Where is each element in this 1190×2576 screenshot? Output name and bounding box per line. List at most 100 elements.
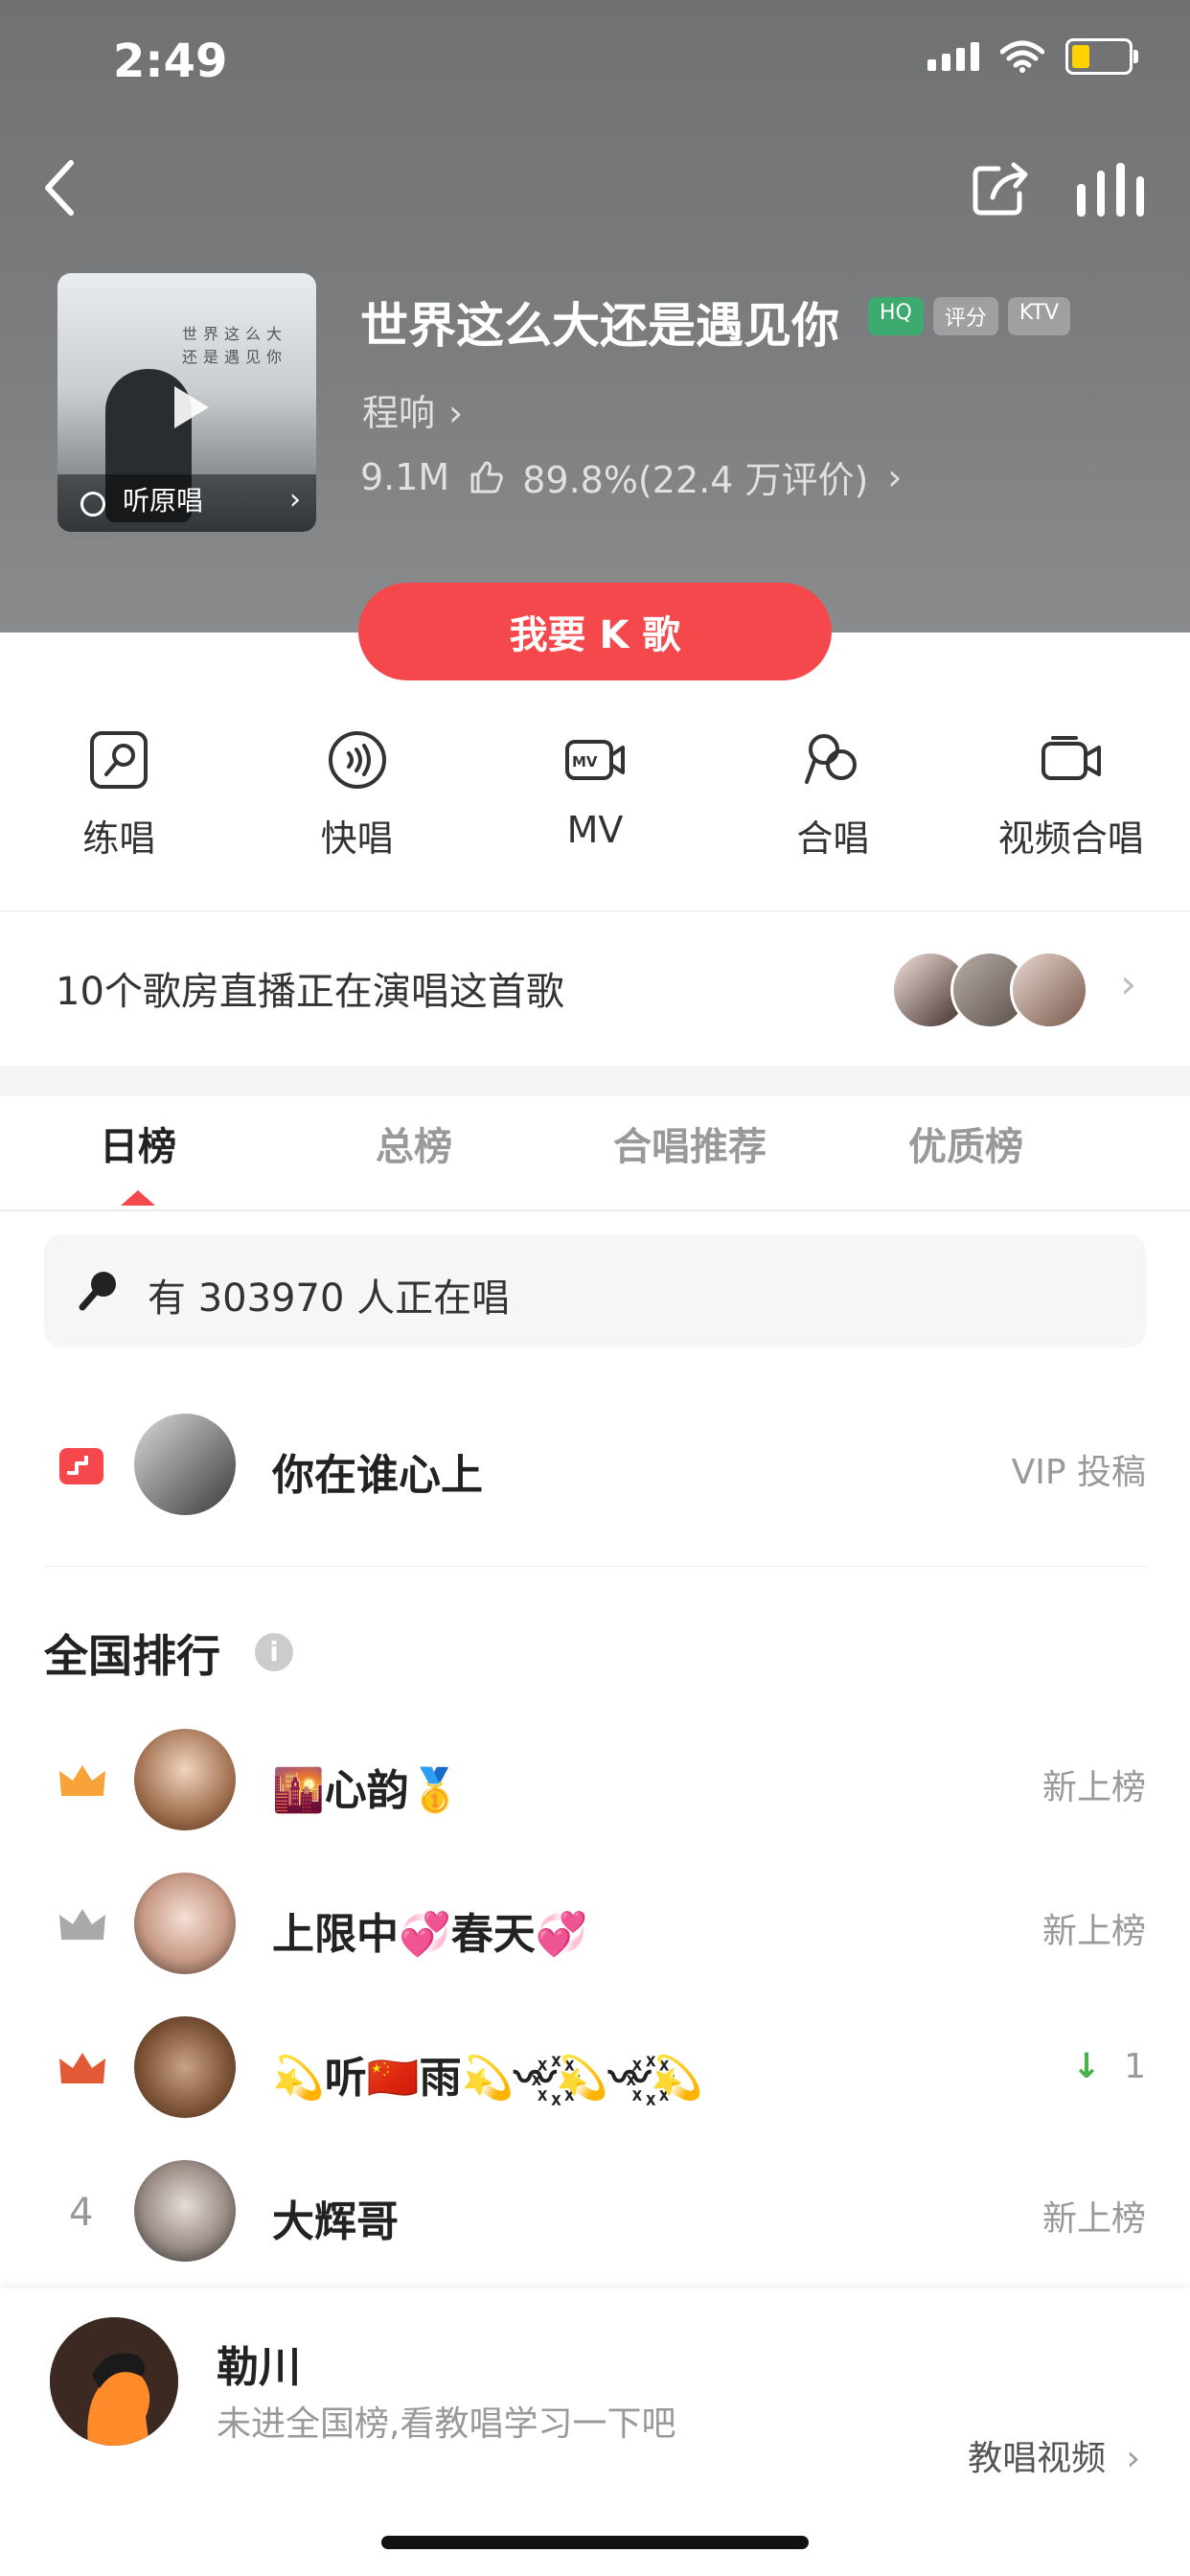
listen-original-label[interactable]: 听原唱 <box>123 480 203 518</box>
ranking-status: 新上榜 <box>1041 2199 1146 2239</box>
album-cover[interactable]: 世界这么大 还是遇见你 听原唱 › <box>57 273 316 532</box>
home-indicator <box>381 2536 809 2549</box>
ranking-name: 大辉哥 <box>272 2197 399 2246</box>
song-title: 世界这么大还是遇见你 <box>360 298 839 354</box>
info-icon[interactable]: i <box>255 1633 293 1671</box>
tab-duet-recommend[interactable]: 合唱推荐 <box>552 1096 828 1211</box>
now-playing-bars-icon[interactable] <box>1077 163 1144 217</box>
avatar[interactable] <box>134 2160 236 2262</box>
score-badge: 评分 <box>932 297 998 335</box>
hq-badge: HQ <box>868 297 924 335</box>
ranking-status: 新上榜 <box>1041 1912 1146 1951</box>
my-ranking-bar: 勒川 未进全国榜,看教唱学习一下吧 教唱视频 › <box>0 2288 1190 2576</box>
national-ranking-title: 全国排行 <box>44 1630 220 1682</box>
tab-overall[interactable]: 总榜 <box>276 1096 552 1211</box>
chevron-right-icon: › <box>1120 960 1136 1007</box>
ranking-row[interactable]: 🌇心韵🥇 新上榜 <box>0 1729 1190 1834</box>
cover-art-text: 世界这么大 还是遇见你 <box>182 325 288 366</box>
arrow-down-icon: ↓ <box>1071 2047 1102 2086</box>
ranking-name: 🌇心韵🥇 <box>272 1766 462 1815</box>
featured-tag: VIP 投稿 <box>1011 1453 1146 1492</box>
tutorial-video-link[interactable]: 教唱视频 › <box>968 2430 1140 2480</box>
quick-sing-icon <box>328 731 386 789</box>
section-gap <box>0 1066 1190 1096</box>
my-ranking-hint: 未进全国榜,看教唱学习一下吧 <box>217 2404 676 2444</box>
action-label: 合唱 <box>796 817 870 860</box>
sing-karaoke-button[interactable]: 我要 K 歌 <box>358 583 832 680</box>
ktv-badge: KTV <box>1007 297 1071 335</box>
my-name: 勒川 <box>217 2343 301 2392</box>
duet-icon <box>805 734 858 784</box>
singing-now-text: 有 303970 人正在唱 <box>148 1276 511 1321</box>
avatar[interactable] <box>134 1729 236 1830</box>
singing-now-banner: 有 303970 人正在唱 <box>44 1234 1146 1347</box>
ranking-change-value: 1 <box>1124 2047 1146 2086</box>
ranking-tabs: 日榜 总榜 合唱推荐 优质榜 <box>0 1096 1190 1211</box>
wifi-icon <box>1000 40 1044 73</box>
play-count: 9.1M <box>360 455 450 498</box>
play-icon[interactable] <box>174 386 209 428</box>
ranking-status: 新上榜 <box>1041 1768 1146 1807</box>
action-row: 练唱 快唱 MV MV 合唱 视频合唱 <box>0 728 1190 862</box>
song-stats[interactable]: 9.1M 89.8%(22.4 万评价) › <box>360 450 902 503</box>
original-sound-icon <box>80 492 105 517</box>
share-icon[interactable] <box>970 159 1031 217</box>
artist-name: 程响 <box>362 392 436 434</box>
thumbs-up-icon <box>470 461 503 493</box>
svg-text:MV: MV <box>572 753 598 770</box>
avatar-illustration <box>50 2317 178 2446</box>
rank-number: 4 <box>69 2191 94 2235</box>
my-avatar[interactable] <box>50 2317 178 2446</box>
divider <box>0 910 1190 911</box>
ranking-row[interactable]: 💫听🇨🇳雨💫〰꙰💫〰꙰💫 ↓ 1 <box>0 2016 1190 2122</box>
action-duet[interactable]: 合唱 <box>714 728 951 862</box>
chevron-right-icon: › <box>1126 2439 1140 2478</box>
avatar[interactable] <box>134 1873 236 1974</box>
microphone-icon <box>79 1272 116 1311</box>
artist-link[interactable]: 程响 › <box>362 383 463 436</box>
video-duet-icon <box>1041 736 1101 780</box>
action-mv[interactable]: MV MV <box>476 728 714 862</box>
tab-daily[interactable]: 日榜 <box>0 1096 276 1211</box>
song-badges: HQ 评分 KTV <box>868 297 1071 335</box>
action-video-duet[interactable]: 视频合唱 <box>952 728 1190 862</box>
rating-text: 89.8%(22.4 万评价) <box>522 459 869 501</box>
tabs-underline <box>0 1209 1190 1211</box>
ranking-row[interactable]: 4 大辉哥 新上榜 <box>0 2160 1190 2266</box>
mv-icon: MV <box>564 740 625 780</box>
live-rooms-text: 10个歌房直播正在演唱这首歌 <box>56 970 564 1014</box>
vip-submission-icon <box>59 1448 103 1484</box>
tutorial-video-label: 教唱视频 <box>968 2439 1107 2478</box>
chevron-right-icon: › <box>448 392 464 434</box>
avatar <box>1010 951 1088 1029</box>
avatar[interactable] <box>134 1414 236 1515</box>
song-header: 2:49 世界这么大 还是遇见你 听原唱 › 世界这么大还是遇见你 HQ 评分 … <box>0 0 1190 632</box>
cellular-signal-icon <box>927 42 979 71</box>
mic-practice-icon <box>90 731 149 789</box>
ranking-name: 上限中💞春天💞 <box>272 1910 588 1959</box>
featured-row[interactable]: 你在谁心上 VIP 投稿 <box>0 1414 1190 1519</box>
tab-quality[interactable]: 优质榜 <box>828 1096 1104 1211</box>
status-time: 2:49 <box>113 34 228 88</box>
bronze-crown-icon <box>59 2053 105 2083</box>
chevron-right-icon: › <box>887 455 903 498</box>
action-label: MV <box>566 809 624 851</box>
status-icons <box>927 38 1138 75</box>
featured-name: 你在谁心上 <box>272 1451 483 1500</box>
action-label: 快唱 <box>320 817 394 860</box>
ranking-row[interactable]: 上限中💞春天💞 新上榜 <box>0 1873 1190 1978</box>
live-avatars <box>891 951 1088 1029</box>
action-label: 视频合唱 <box>997 817 1144 860</box>
divider <box>44 1566 1146 1567</box>
battery-icon <box>1065 38 1138 75</box>
gold-crown-icon <box>59 1765 105 1796</box>
ranking-change: ↓ 1 <box>1072 2047 1146 2086</box>
action-quick-sing[interactable]: 快唱 <box>238 728 475 862</box>
action-practice[interactable]: 练唱 <box>0 728 238 862</box>
chevron-right-icon: › <box>289 483 301 517</box>
avatar[interactable] <box>134 2016 236 2118</box>
live-rooms-row[interactable]: 10个歌房直播正在演唱这首歌 › <box>0 912 1190 1066</box>
silver-crown-icon <box>59 1909 105 1940</box>
back-icon[interactable] <box>42 159 77 217</box>
action-label: 练唱 <box>82 817 156 860</box>
